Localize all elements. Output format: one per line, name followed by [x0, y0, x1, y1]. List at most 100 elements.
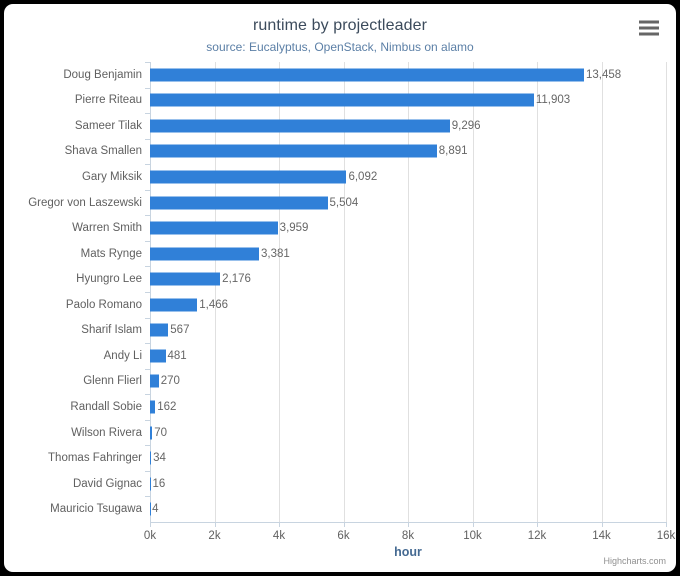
bar-value-label: 34 [153, 452, 166, 465]
x-axis-title: hour [394, 545, 422, 559]
bar[interactable] [150, 144, 437, 158]
chart-row: Gary Miksik 6,092 [82, 164, 666, 190]
y-axis-tick-mark [145, 87, 150, 89]
bar[interactable] [150, 170, 347, 184]
category-label: Thomas Fahringer [48, 452, 142, 465]
bar-value-label: 11,903 [535, 94, 571, 107]
chart-row: Gregor von Laszewski 5,504 [28, 189, 666, 216]
chart-row: Hyungro Lee 2,176 [76, 266, 666, 292]
x-axis-tick-mark [150, 522, 151, 527]
y-axis-tick-mark [145, 62, 150, 63]
bar[interactable] [150, 93, 534, 107]
chart-row: Randall Sobie 162 [70, 394, 666, 420]
x-axis-tick-mark [408, 522, 409, 527]
x-axis-tick-label: 16k [656, 530, 676, 542]
x-axis-tick-label: 14k [592, 530, 611, 542]
chart-row: Pierre Riteau 11,903 [75, 87, 666, 114]
y-axis-tick-mark [145, 445, 150, 447]
category-label: Paolo Romano [65, 298, 142, 311]
x-axis-tick-label: 10k [463, 530, 482, 542]
y-axis-tick-mark [145, 470, 150, 472]
bar[interactable] [150, 349, 166, 363]
x-axis-tick-mark [601, 522, 603, 527]
y-axis-tick-mark [145, 368, 150, 370]
bar-value-label: 2,176 [222, 273, 251, 286]
category-label: Sameer Tilak [74, 119, 142, 132]
x-axis-tick-label: 12k [527, 530, 547, 542]
x-axis-tick-mark [343, 522, 345, 527]
gridline [666, 62, 667, 522]
category-label: Mauricio Tsugawa [50, 503, 142, 516]
y-axis-tick-mark [145, 189, 150, 191]
bar-value-label: 567 [170, 324, 190, 337]
x-axis-tick-mark [537, 522, 538, 527]
plot-wrapper: Doug Benjamin 13,458 Pierre Riteau 11,903 Sa… [4, 4, 676, 572]
chart-row: Andy Li 481 [104, 343, 666, 369]
x-axis-tick-mark [472, 522, 474, 527]
x-axis-tick-label: 2k [208, 530, 221, 542]
bar-value-label: 8,891 [438, 145, 468, 158]
credits-label: Highcharts.com [603, 556, 666, 566]
y-axis-tick-mark [145, 496, 150, 498]
y-axis-tick-mark [145, 215, 150, 217]
category-label: Mats Rynge [80, 247, 142, 260]
category-label: David Gignac [72, 477, 142, 490]
category-label: Glenn Flierl [83, 375, 142, 388]
bar-value-label: 16 [152, 477, 166, 490]
chart-card: runtime by projectleader source: Eucalyp… [4, 4, 676, 572]
category-label: Doug Benjamin [63, 68, 142, 81]
bar-value-label: 6,092 [348, 170, 378, 183]
bar[interactable] [150, 298, 198, 312]
chart-row: Mats Rynge 3,381 [81, 240, 666, 267]
y-axis-tick-mark [145, 419, 150, 421]
y-axis-tick-mark [145, 113, 150, 115]
y-axis-tick-mark [145, 343, 150, 345]
plot-area: Doug Benjamin 13,458 Pierre Riteau 11,903 Sa… [28, 62, 666, 522]
bar-value-label: 4 [152, 503, 159, 516]
category-label: Andy Li [103, 349, 142, 362]
chart-row: Shava Smallen 8,891 [65, 138, 666, 165]
x-axis-tick-label: 0k [143, 530, 157, 542]
bar[interactable] [150, 68, 585, 82]
bar-value-label: 9,296 [451, 119, 481, 132]
category-label: Shava Smallen [64, 145, 142, 158]
x-axis-tick-label: 4k [272, 530, 286, 542]
y-axis-tick-mark [145, 394, 150, 396]
category-label: Gary Miksik [81, 170, 142, 183]
bar[interactable] [150, 323, 169, 337]
x-axis-tick-mark [279, 522, 280, 527]
chart-row: Mauricio Tsugawa 4 [50, 496, 666, 522]
y-axis-tick-mark [145, 164, 150, 166]
y-axis-tick-mark [145, 240, 150, 242]
chart-row: Wilson Rivera 70 [71, 419, 666, 446]
chart-row: Doug Benjamin 13,458 [63, 62, 666, 88]
x-axis-tick-label: 6k [337, 530, 350, 542]
chart-row: Paolo Romano 1,466 [66, 292, 666, 318]
bar-value-label: 13,458 [586, 68, 622, 81]
bar[interactable] [150, 196, 328, 210]
x-axis-tick-label: 8k [401, 530, 415, 542]
chart-row: Sharif Islam 567 [81, 317, 666, 344]
category-label: Hyungro Lee [76, 273, 142, 286]
x-axis-tick-mark [666, 522, 667, 527]
category-label: Randall Sobie [70, 400, 142, 413]
bar[interactable] [150, 221, 278, 235]
category-label: Pierre Riteau [74, 94, 142, 107]
bar[interactable] [150, 374, 159, 388]
y-axis-tick-mark [145, 138, 150, 140]
chart-row: Thomas Fahringer 34 [48, 445, 666, 471]
bar-value-label: 481 [167, 349, 187, 362]
category-label: Sharif Islam [81, 324, 142, 337]
bar-value-label: 1,466 [199, 298, 229, 311]
y-axis-tick-mark [145, 317, 150, 319]
bar[interactable] [150, 119, 450, 133]
bar[interactable] [150, 272, 221, 286]
bar[interactable] [150, 247, 260, 261]
x-axis-tick-mark [214, 522, 216, 527]
bar-value-label: 270 [160, 375, 180, 388]
bar-value-label: 162 [157, 400, 177, 413]
chart-row: David Gignac 16 [73, 470, 666, 497]
bar-value-label: 70 [154, 426, 168, 439]
chart-row: Glenn Flierl 270 [83, 368, 666, 395]
bar-value-label: 3,381 [261, 247, 290, 260]
